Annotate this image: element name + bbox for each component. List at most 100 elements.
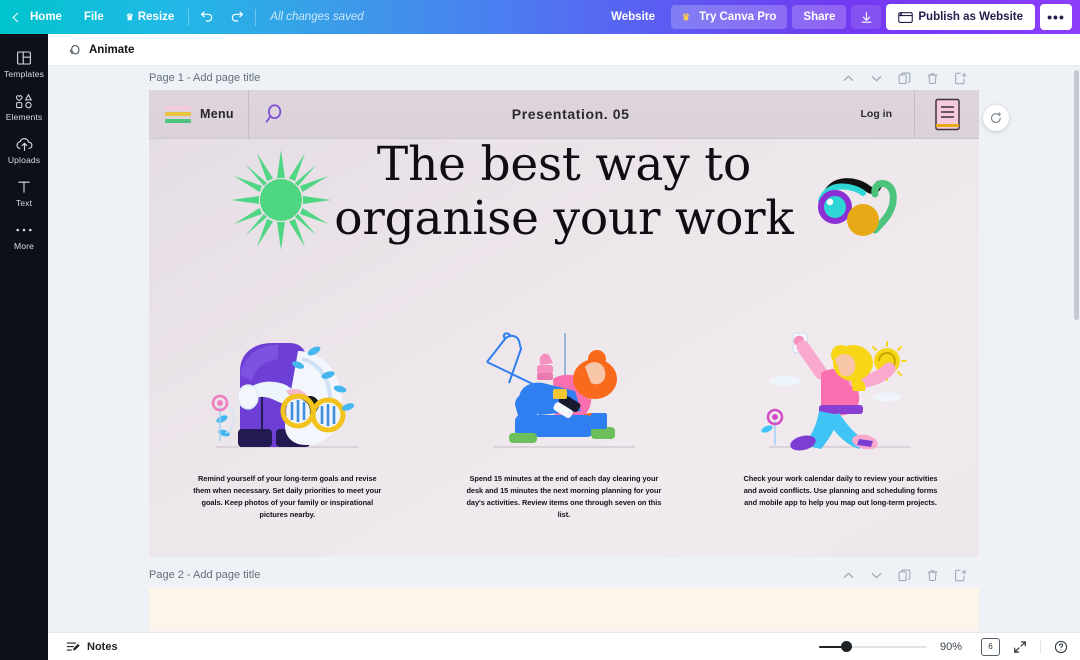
move-page-up-button-2[interactable] xyxy=(841,568,855,582)
sidebar-item-text[interactable]: Text xyxy=(0,171,48,214)
add-page-button[interactable] xyxy=(953,71,967,85)
page-2-title[interactable]: Page 2 - Add page title xyxy=(149,569,260,581)
try-pro-label: Try Canva Pro xyxy=(699,11,777,23)
scrollbar-thumb[interactable] xyxy=(1074,70,1079,320)
sidebar-label-more: More xyxy=(14,241,34,251)
sidebar-item-elements[interactable]: Elements xyxy=(0,85,48,128)
file-menu-button[interactable]: File xyxy=(73,0,115,34)
page-count-value: 6 xyxy=(988,642,993,651)
delete-page-button[interactable] xyxy=(925,71,939,85)
download-button[interactable] xyxy=(851,5,882,29)
website-button[interactable]: Website xyxy=(600,5,666,29)
slide-headline: The best way to organise your work xyxy=(149,138,979,245)
move-page-up-button[interactable] xyxy=(841,71,855,85)
undo-icon xyxy=(201,11,213,22)
magnifier-icon xyxy=(265,104,282,123)
add-page-button-2[interactable] xyxy=(953,568,967,582)
slide-title-text: Presentation. 05 xyxy=(511,106,630,122)
delete-icon xyxy=(927,72,937,84)
move-down-icon xyxy=(871,75,881,81)
top-bar-left-group: Home File ♛ Resize All changes saved xyxy=(0,0,364,34)
text-icon xyxy=(16,178,32,195)
duplicate-icon xyxy=(898,72,910,84)
duplicate-page-button-2[interactable] xyxy=(897,568,911,582)
delete-icon xyxy=(927,569,937,581)
slide-columns: Remind yourself of your long-term goals … xyxy=(149,327,979,521)
notes-label: Notes xyxy=(87,640,118,653)
sidebar-item-more[interactable]: More xyxy=(0,214,48,257)
toolbar-divider-1 xyxy=(188,8,190,26)
website-label: Website xyxy=(611,11,655,23)
animate-label: Animate xyxy=(89,43,135,56)
editor-scrollbar[interactable] xyxy=(1073,66,1080,632)
move-down-icon xyxy=(871,572,881,578)
duplicate-page-button[interactable] xyxy=(897,71,911,85)
browser-window-icon xyxy=(898,11,914,23)
slide-page-2[interactable] xyxy=(149,587,979,631)
expand-icon xyxy=(1014,640,1026,653)
person-sitting-with-dog-illustration xyxy=(486,332,635,448)
page-2-actions xyxy=(841,568,967,582)
home-label: Home xyxy=(30,11,62,23)
share-button[interactable]: Share xyxy=(792,5,847,29)
share-label: Share xyxy=(803,11,836,23)
hamburger-icon xyxy=(165,105,191,123)
slide-menu-button: Menu xyxy=(149,90,248,139)
slide-menu-label: Menu xyxy=(200,107,234,121)
document-icon xyxy=(934,98,960,130)
animate-icon xyxy=(70,44,80,54)
sidebar-label-text: Text xyxy=(15,198,33,208)
download-icon xyxy=(861,11,872,23)
page-count-badge[interactable]: 6 xyxy=(981,637,1002,659)
page-1-header: Page 1 - Add page title xyxy=(149,66,979,90)
column-1-art xyxy=(202,327,372,454)
slide-login-label: Log in xyxy=(860,108,893,120)
headline-line-1: The best way to xyxy=(376,137,752,192)
resize-button[interactable]: ♛ Resize xyxy=(115,0,186,34)
column-3-art xyxy=(755,327,925,454)
animate-button[interactable]: Animate xyxy=(62,40,140,60)
redo-button[interactable] xyxy=(222,0,252,34)
sidebar-item-templates[interactable]: Templates xyxy=(0,42,48,85)
slide-column-2: Spend 15 minutes at the end of each day … xyxy=(426,327,703,521)
move-page-down-button-2[interactable] xyxy=(869,568,883,582)
page-2-header: Page 2 - Add page title xyxy=(149,563,979,587)
templates-icon xyxy=(16,49,32,66)
zoom-slider[interactable] xyxy=(819,640,927,654)
more-options-button[interactable]: ••• xyxy=(1040,4,1072,30)
chevron-left-icon xyxy=(12,12,23,22)
help-question-icon xyxy=(1054,640,1068,653)
dots-svg xyxy=(16,228,32,231)
zoom-slider-handle[interactable] xyxy=(841,641,852,652)
top-bar-right-group: Website ♛ Try Canva Pro Share Publish as… xyxy=(600,4,1080,30)
undo-button[interactable] xyxy=(192,0,222,34)
sidebar-label-uploads: Uploads xyxy=(7,155,41,165)
headline-line-2: organise your work xyxy=(334,190,794,246)
home-button[interactable]: Home xyxy=(0,0,73,34)
sidebar-label-templates: Templates xyxy=(3,69,45,79)
move-up-icon xyxy=(843,572,853,578)
more-dots-icon xyxy=(15,221,33,238)
fullscreen-button[interactable] xyxy=(1013,640,1027,654)
slide-page-1[interactable]: Menu Presentation. 05 Log in The best wa… xyxy=(149,90,979,557)
page-1-title[interactable]: Page 1 - Add page title xyxy=(149,72,260,84)
rotate-refresh-icon xyxy=(990,112,1002,123)
slide-document-button xyxy=(915,90,979,139)
elements-icon xyxy=(15,92,33,109)
publish-as-website-button[interactable]: Publish as Website xyxy=(886,4,1035,30)
help-button[interactable] xyxy=(1054,640,1068,654)
try-canva-pro-button[interactable]: ♛ Try Canva Pro xyxy=(671,5,788,29)
column-2-art xyxy=(479,327,649,454)
slide-column-3: Check your work calendar daily to review… xyxy=(702,327,979,521)
sidebar-item-uploads[interactable]: Uploads xyxy=(0,128,48,171)
redo-icon xyxy=(232,11,244,22)
notes-icon xyxy=(66,641,80,651)
pro-crown-icon: ♛ xyxy=(682,11,691,22)
column-1-text: Remind yourself of your long-term goals … xyxy=(193,474,382,519)
duplicate-icon xyxy=(898,569,910,581)
move-page-down-button[interactable] xyxy=(869,71,883,85)
delete-page-button-2[interactable] xyxy=(925,568,939,582)
rotate-page-button[interactable] xyxy=(983,105,1009,131)
column-3-text: Check your work calendar daily to review… xyxy=(743,474,938,507)
notes-button[interactable]: Notes xyxy=(60,637,124,657)
